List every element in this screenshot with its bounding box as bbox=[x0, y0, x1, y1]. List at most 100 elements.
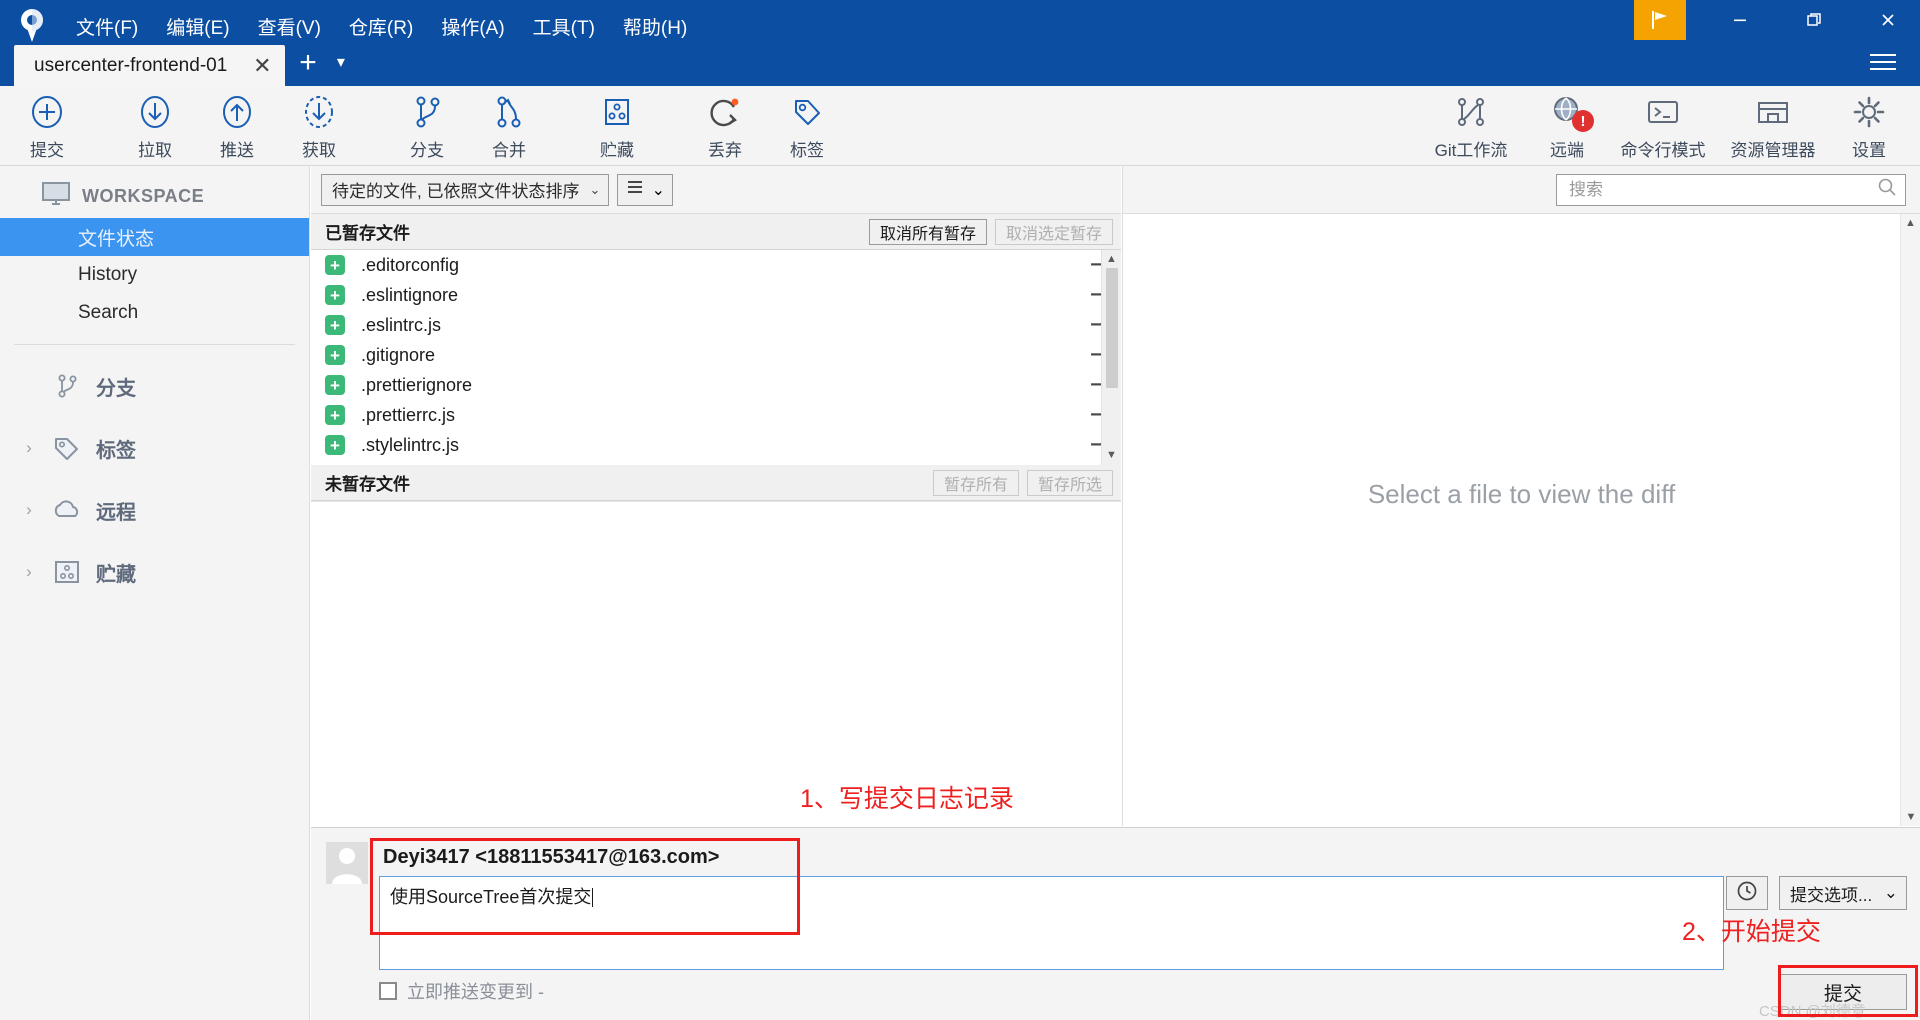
stage-all-button[interactable]: 暂存所有 bbox=[932, 469, 1019, 496]
discard-refresh-icon bbox=[706, 91, 744, 133]
menu-actions[interactable]: 操作(A) bbox=[427, 9, 518, 44]
chevron-down-icon: ⌄ bbox=[589, 181, 601, 197]
sidebar-item-search[interactable]: Search bbox=[0, 294, 309, 332]
staged-file-list[interactable]: + .editorconfig − + .eslintignore − + .e… bbox=[311, 250, 1121, 465]
toolbar-pull-button[interactable]: 拉取 bbox=[114, 86, 196, 166]
table-row[interactable]: + .prettierrc.js − bbox=[311, 400, 1121, 430]
unstaged-title: 未暂存文件 bbox=[325, 475, 410, 494]
search-icon[interactable] bbox=[1877, 177, 1897, 202]
menu-view[interactable]: 查看(V) bbox=[244, 9, 335, 44]
toolbar-tag-label: 标签 bbox=[790, 141, 824, 160]
toolbar-gitflow-label: Git工作流 bbox=[1434, 141, 1508, 160]
sidebar-item-file-status[interactable]: 文件状态 bbox=[0, 218, 309, 256]
chevron-right-icon[interactable]: › bbox=[20, 562, 38, 582]
push-immediately-row[interactable]: 立即推送变更到 - bbox=[379, 978, 544, 1004]
scroll-thumb[interactable] bbox=[1105, 268, 1118, 388]
chevron-right-icon[interactable]: › bbox=[20, 438, 38, 458]
sidebar-group-remotes[interactable]: › 远程 bbox=[0, 479, 309, 541]
table-row[interactable]: + .gitignore − bbox=[311, 340, 1121, 370]
chevron-down-icon: ⌄ bbox=[651, 181, 666, 199]
sort-order-dropdown[interactable]: 待定的文件, 已依照文件状态排序 ⌄ bbox=[321, 173, 610, 206]
minimize-button[interactable] bbox=[1712, 0, 1768, 40]
table-row[interactable]: + .prettierignore − bbox=[311, 370, 1121, 400]
diff-scrollbar[interactable]: ▲ ▼ bbox=[1900, 214, 1920, 826]
table-row[interactable]: + .editorconfig − bbox=[311, 250, 1121, 280]
unstage-all-button[interactable]: 取消所有暂存 bbox=[868, 218, 987, 245]
table-row[interactable]: + .eslintrc.js − bbox=[311, 310, 1121, 340]
toolbar-settings-button[interactable]: 设置 bbox=[1828, 86, 1910, 166]
sidebar-item-history[interactable]: History bbox=[0, 256, 309, 294]
toolbar-tag-button[interactable]: 标签 bbox=[766, 86, 848, 166]
maximize-button[interactable] bbox=[1786, 0, 1842, 40]
scroll-down-arrow-icon[interactable]: ▼ bbox=[1102, 446, 1121, 464]
menu-help[interactable]: 帮助(H) bbox=[609, 9, 701, 44]
close-icon[interactable]: ✕ bbox=[249, 53, 275, 79]
view-mode-dropdown[interactable]: ⌄ bbox=[617, 173, 674, 206]
chevron-down-icon[interactable]: ▾ bbox=[331, 52, 351, 72]
sidebar-group-tags[interactable]: › 标签 bbox=[0, 417, 309, 479]
toolbar-merge-button[interactable]: 合并 bbox=[468, 86, 550, 166]
window-close-button[interactable] bbox=[1860, 0, 1916, 40]
toolbar-push-button[interactable]: 推送 bbox=[196, 86, 278, 166]
toolbar-fetch-button[interactable]: 获取 bbox=[278, 86, 360, 166]
staged-actions: 取消所有暂存 取消选定暂存 bbox=[868, 218, 1113, 245]
scroll-down-arrow-icon[interactable]: ▼ bbox=[1901, 808, 1920, 826]
commit-history-button[interactable] bbox=[1726, 876, 1768, 910]
terminal-icon bbox=[1644, 91, 1682, 133]
sidebar-group-label: 远程 bbox=[96, 501, 136, 524]
flag-icon bbox=[1652, 11, 1667, 29]
commit-message-input[interactable]: 使用SourceTree首次提交 bbox=[379, 876, 1724, 970]
remote-alert-badge: ! bbox=[1572, 110, 1594, 132]
toolbar-push-label: 推送 bbox=[220, 141, 254, 160]
table-row[interactable]: + .stylelintrc.js − bbox=[311, 430, 1121, 460]
toolbar-settings-label: 设置 bbox=[1852, 141, 1886, 160]
sidebar-group-label: 标签 bbox=[96, 439, 136, 462]
scroll-up-arrow-icon[interactable]: ▲ bbox=[1901, 214, 1920, 232]
sort-order-label: 待定的文件, 已依照文件状态排序 bbox=[332, 182, 580, 201]
new-tab-plus-icon[interactable]: + bbox=[285, 47, 331, 78]
status-added-icon: + bbox=[325, 285, 345, 305]
toolbar-commit-button[interactable]: 提交 bbox=[6, 86, 88, 166]
chevron-right-icon[interactable]: › bbox=[20, 500, 38, 520]
search-input[interactable] bbox=[1569, 179, 1877, 200]
menu-edit[interactable]: 编辑(E) bbox=[152, 9, 243, 44]
toolbar-remote-button[interactable]: ! 远端 bbox=[1526, 86, 1608, 166]
file-name: .prettierrc.js bbox=[361, 404, 456, 425]
toolbar-explorer-button[interactable]: 资源管理器 bbox=[1718, 86, 1828, 166]
workspace-header: WORKSPACE bbox=[0, 174, 309, 218]
toolbar-branch-button[interactable]: 分支 bbox=[386, 86, 468, 166]
scroll-up-arrow-icon[interactable]: ▲ bbox=[1102, 250, 1121, 268]
unstaged-file-list[interactable] bbox=[311, 501, 1121, 801]
sidebar-group-stashes[interactable]: › 贮藏 bbox=[0, 541, 309, 603]
commit-message-text: 使用SourceTree首次提交 bbox=[390, 887, 592, 907]
unstaged-actions: 暂存所有 暂存所选 bbox=[932, 469, 1113, 496]
menu-repository[interactable]: 仓库(R) bbox=[335, 9, 427, 44]
unstage-selected-button[interactable]: 取消选定暂存 bbox=[994, 218, 1113, 245]
toolbar-terminal-button[interactable]: 命令行模式 bbox=[1608, 86, 1718, 166]
sidebar-item-label: 文件状态 bbox=[78, 228, 155, 250]
sidebar: WORKSPACE 文件状态 History Search 分支 › 标签 › … bbox=[0, 166, 310, 1020]
toolbar-gitflow-button[interactable]: Git工作流 bbox=[1416, 86, 1526, 166]
sidebar-group-branches[interactable]: 分支 bbox=[0, 355, 309, 417]
push-up-arrow-icon bbox=[218, 91, 256, 133]
search-box[interactable] bbox=[1556, 173, 1906, 206]
staged-list-scrollbar[interactable]: ▲ ▼ bbox=[1101, 250, 1121, 465]
menu-file[interactable]: 文件(F) bbox=[62, 9, 152, 44]
repo-tab[interactable]: usercenter-frontend-01 ✕ bbox=[14, 45, 286, 86]
stage-selected-button[interactable]: 暂存所选 bbox=[1026, 469, 1113, 496]
toolbar-stash-button[interactable]: 贮藏 bbox=[576, 86, 658, 166]
commit-button[interactable]: 提交 bbox=[1779, 974, 1907, 1010]
fetch-dashed-arrow-icon bbox=[300, 91, 338, 133]
repo-tab-label: usercenter-frontend-01 bbox=[34, 54, 228, 76]
toolbar-discard-button[interactable]: 丢弃 bbox=[684, 86, 766, 166]
hamburger-menu-icon[interactable] bbox=[1860, 44, 1906, 80]
file-name: .stylelintrc.js bbox=[361, 434, 460, 455]
close-icon bbox=[1882, 14, 1894, 26]
flag-button[interactable] bbox=[1634, 0, 1686, 40]
push-immediately-checkbox[interactable] bbox=[379, 982, 397, 1000]
table-row[interactable]: + .eslintignore − bbox=[311, 280, 1121, 310]
menu-tools[interactable]: 工具(T) bbox=[519, 9, 609, 44]
sidebar-item-label: Search bbox=[78, 302, 139, 323]
commit-options-button[interactable]: 提交选项... ⌄ bbox=[1779, 876, 1907, 910]
status-added-icon: + bbox=[325, 435, 345, 455]
